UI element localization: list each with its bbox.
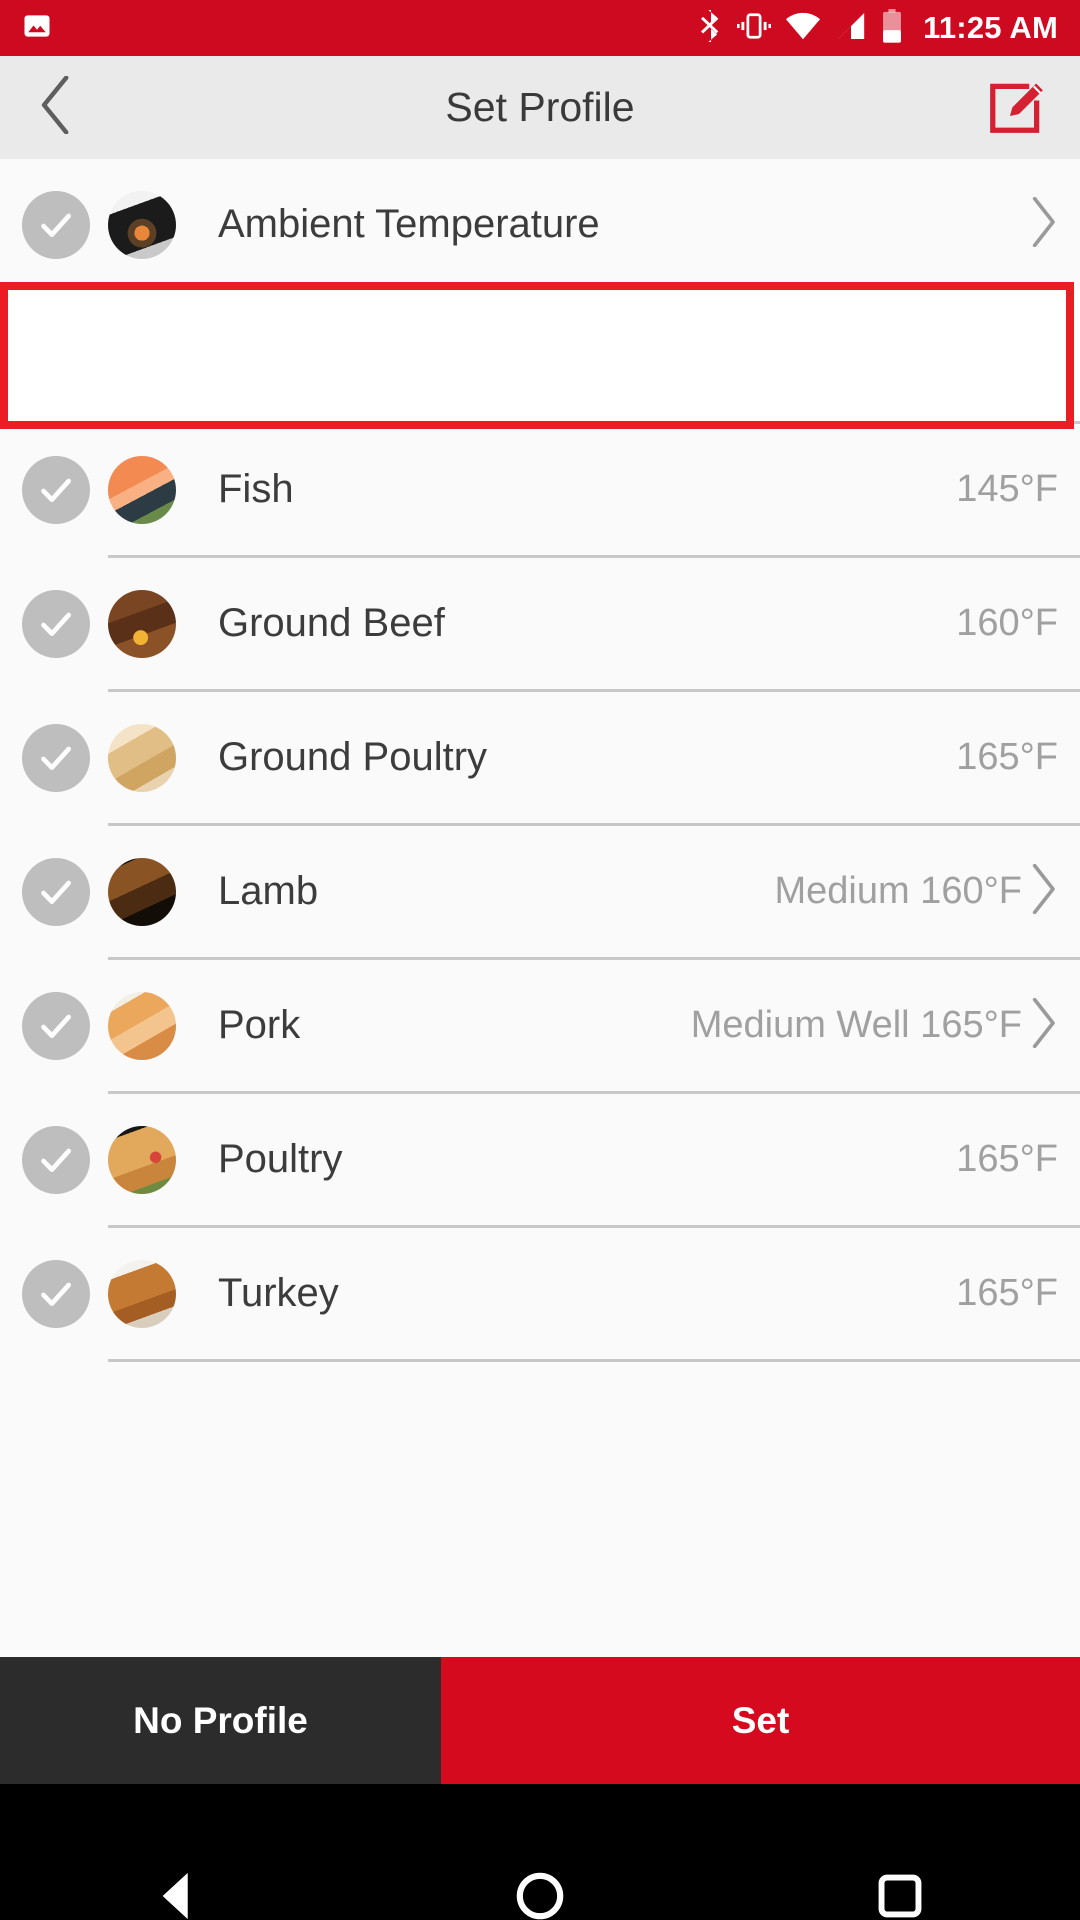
list-item-value: Medium Well 165°F [690, 1004, 1022, 1046]
vibrate-icon [737, 11, 772, 46]
profile-list[interactable]: Ambient Temperature Beef Medium 150°F Fish 1… [0, 159, 1080, 1362]
list-item-label: Pork [218, 1003, 301, 1047]
list-item-trailing: 165°F [956, 1272, 1058, 1315]
app-screen: 11:25 AM Set Profile Ambient Temperature… [0, 0, 1080, 1920]
status-bar-clock: 11:25 AM [923, 10, 1058, 45]
list-item-value: 160°F [956, 602, 1058, 644]
list-item[interactable]: Ground Beef 160°F [0, 558, 1080, 689]
list-item-value: Medium 150°F [774, 334, 1022, 376]
list-item-label: Ground Poultry [218, 735, 488, 779]
roast-chicken-icon [108, 1125, 176, 1194]
list-item-label: Poultry [218, 1137, 343, 1181]
grill-icon [108, 190, 176, 259]
checkmark-unselected-icon[interactable] [22, 190, 90, 259]
list-item-label: Lamb [218, 869, 319, 913]
back-button[interactable] [30, 75, 82, 135]
list-item-value: Medium 160°F [774, 870, 1022, 912]
list-item[interactable]: Poultry 165°F [0, 1094, 1080, 1225]
nav-back-icon [153, 1869, 207, 1920]
app-header: Set Profile [0, 56, 1080, 159]
chevron-right-icon[interactable] [1028, 997, 1058, 1053]
checkmark-unselected-icon[interactable] [22, 991, 90, 1060]
android-nav-bar [0, 1784, 1080, 1920]
list-item[interactable]: Ambient Temperature [0, 159, 1080, 290]
burger-patty-icon [108, 589, 176, 658]
list-item-value: 165°F [956, 736, 1058, 778]
list-item[interactable]: Turkey 165°F [0, 1228, 1080, 1359]
list-item[interactable]: Beef Medium 150°F [0, 290, 1080, 421]
back-chevron-icon [36, 75, 76, 139]
set-button[interactable]: Set [441, 1657, 1080, 1784]
no-profile-button[interactable]: No Profile [0, 1657, 441, 1784]
list-item[interactable]: Pork Medium Well 165°F [0, 960, 1080, 1091]
checkmark-unselected-icon[interactable] [22, 857, 90, 926]
status-bar-notifications [22, 11, 52, 46]
nav-recents-button[interactable] [840, 1784, 960, 1920]
checkmark-unselected-icon[interactable] [22, 723, 90, 792]
list-item-trailing: 165°F [956, 1138, 1058, 1181]
wifi-icon [785, 12, 821, 45]
list-divider [108, 1359, 1080, 1362]
nav-home-icon [515, 1871, 565, 1920]
checkmark-unselected-icon[interactable] [22, 1125, 90, 1194]
nav-back-button[interactable] [120, 1784, 240, 1920]
cellular-signal-icon [835, 12, 867, 45]
edit-pencil-icon [988, 74, 1050, 141]
edit-profile-button[interactable] [988, 77, 1050, 139]
status-bar: 11:25 AM [0, 0, 1080, 56]
checkmark-unselected-icon[interactable] [22, 1259, 90, 1328]
chevron-right-icon[interactable] [1028, 863, 1058, 919]
list-item-trailing: 165°F [956, 736, 1058, 779]
list-item-value: 145°F [956, 468, 1058, 510]
list-item-value: 165°F [956, 1138, 1058, 1180]
pork-roast-icon [108, 991, 176, 1060]
lamb-chop-icon [108, 857, 176, 926]
roast-turkey-icon [108, 1259, 176, 1328]
list-item-label: Beef [218, 333, 301, 377]
action-bar: No Profile Set [0, 1657, 1080, 1784]
page-title: Set Profile [445, 84, 635, 130]
image-notification-icon [22, 11, 52, 46]
salmon-fillet-icon [108, 455, 176, 524]
list-item-trailing [1028, 196, 1058, 252]
list-item-trailing: 160°F [956, 602, 1058, 645]
list-item-label: Turkey [218, 1271, 339, 1315]
list-item-label: Ground Beef [218, 601, 445, 645]
chevron-right-icon[interactable] [1028, 327, 1058, 383]
beef-steak-icon [108, 321, 176, 390]
checkmark-selected-icon[interactable] [22, 321, 90, 390]
bluetooth-icon [697, 9, 723, 48]
nav-home-button[interactable] [480, 1784, 600, 1920]
list-item-label: Ambient Temperature [218, 202, 600, 246]
list-item-trailing: 145°F [956, 468, 1058, 511]
checkmark-unselected-icon[interactable] [22, 455, 90, 524]
battery-icon [881, 8, 903, 48]
list-item[interactable]: Lamb Medium 160°F [0, 826, 1080, 957]
list-item-trailing: Medium 160°F [774, 863, 1058, 919]
chevron-right-icon[interactable] [1028, 196, 1058, 252]
status-bar-system-icons: 11:25 AM [697, 8, 1058, 48]
list-item-trailing: Medium Well 165°F [690, 997, 1058, 1053]
list-item-trailing: Medium 150°F [774, 327, 1058, 383]
checkmark-unselected-icon[interactable] [22, 589, 90, 658]
list-item[interactable]: Fish 145°F [0, 424, 1080, 555]
nav-recents-icon [876, 1872, 924, 1920]
list-item[interactable]: Ground Poultry 165°F [0, 692, 1080, 823]
list-item-label: Fish [218, 467, 294, 511]
list-item-value: 165°F [956, 1272, 1058, 1314]
chicken-nugget-icon [108, 723, 176, 792]
